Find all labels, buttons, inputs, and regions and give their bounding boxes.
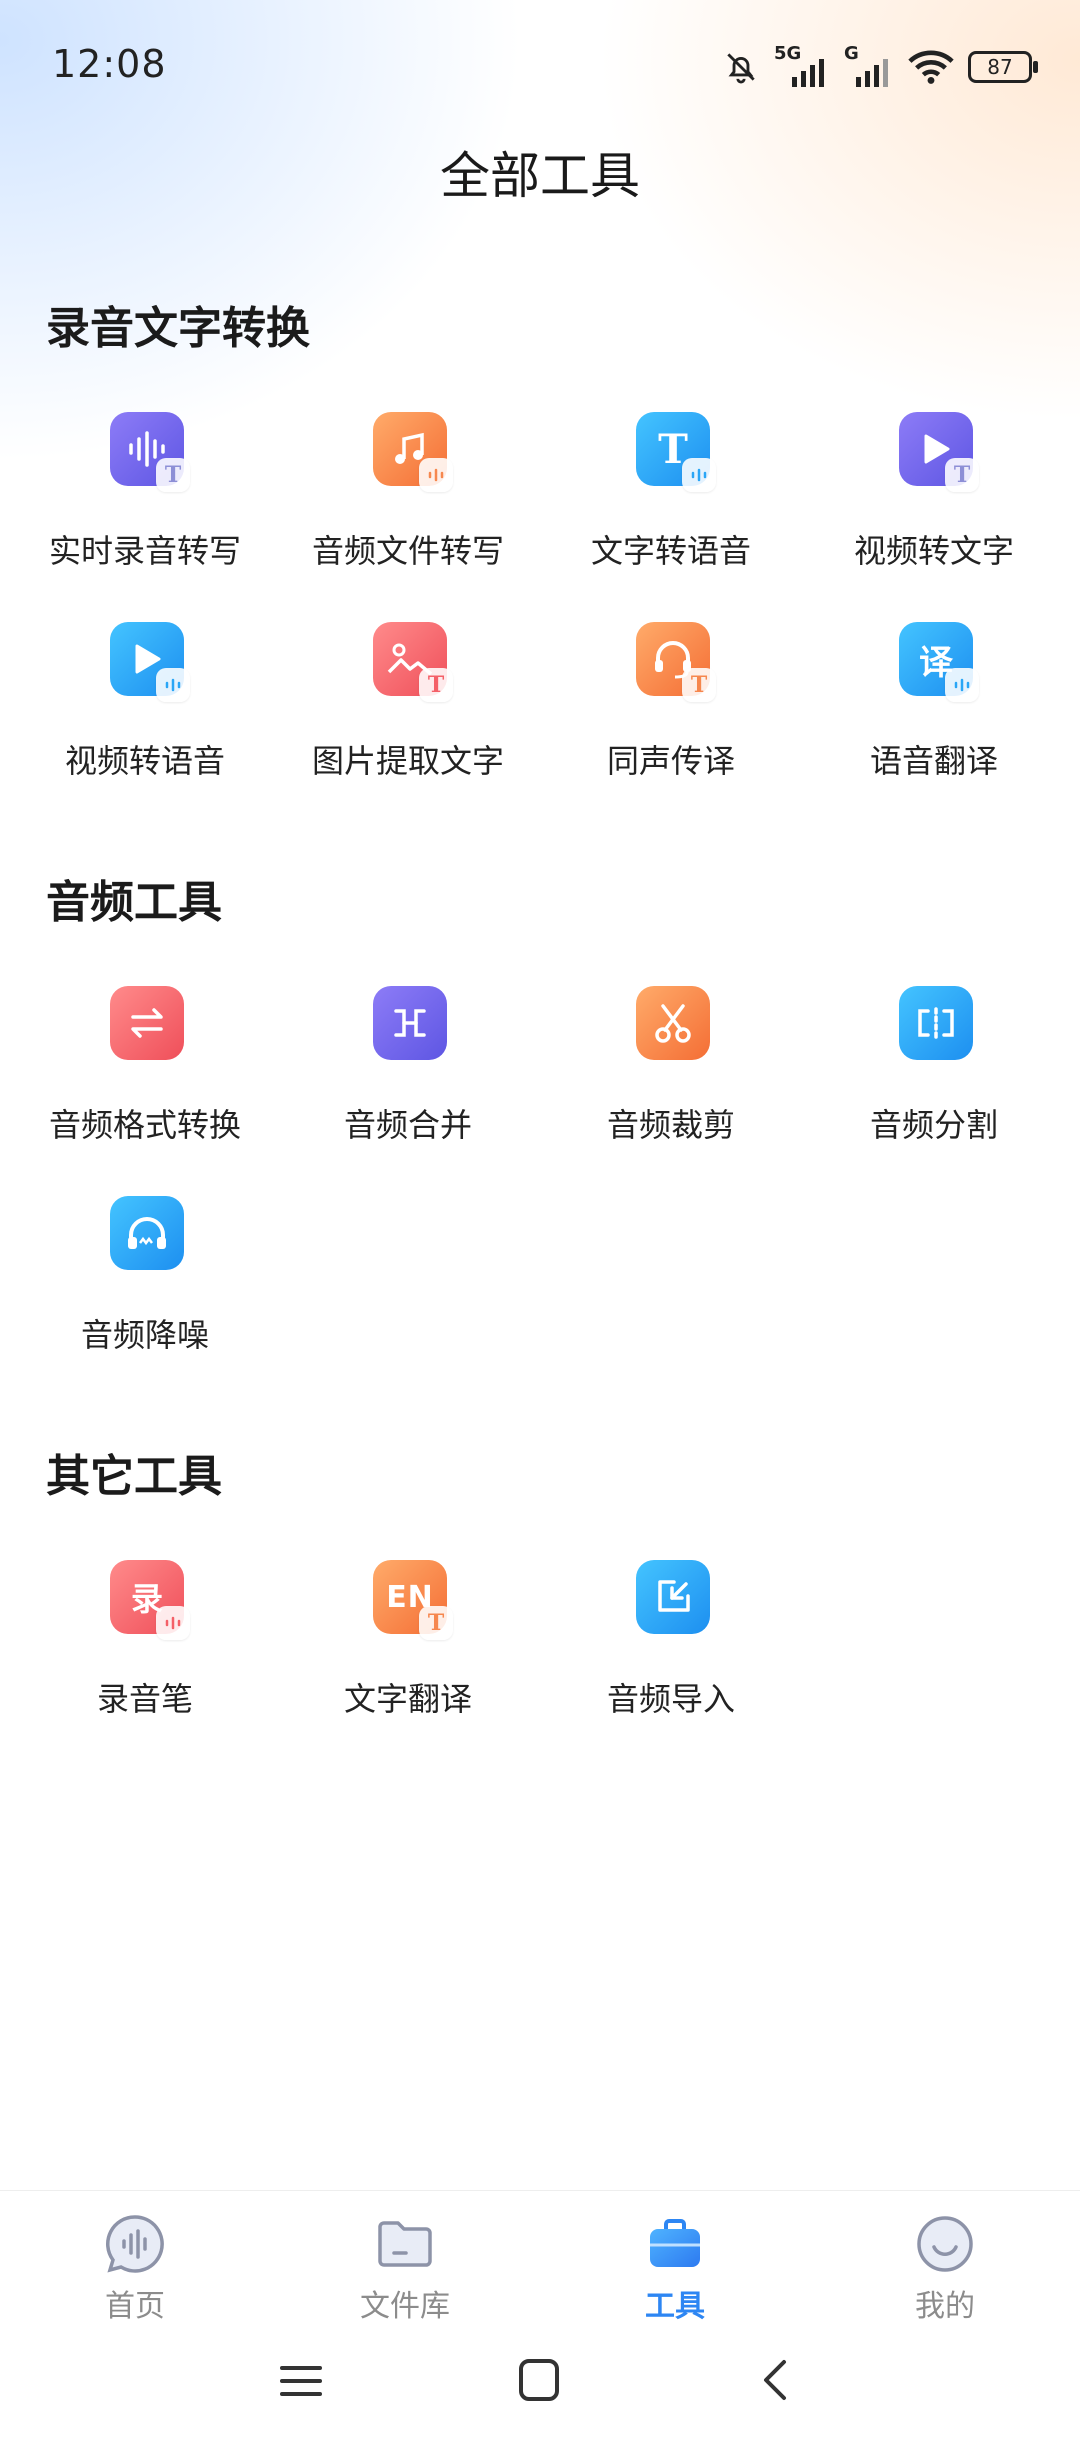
tool-label: 视频转语音 xyxy=(64,742,225,780)
swap-arrows-icon xyxy=(110,986,184,1060)
headset-icon: T xyxy=(636,622,716,702)
text-t-badge: T xyxy=(945,458,979,492)
page-title: 全部工具 xyxy=(440,147,640,205)
nav-label: 文件库 xyxy=(360,2289,450,2324)
import-icon xyxy=(636,1560,710,1634)
system-nav-bar xyxy=(0,2330,1080,2460)
text-t-badge: T xyxy=(156,458,190,492)
tool-video-to-audio[interactable]: 视频转语音 xyxy=(10,622,280,792)
signal-2: G xyxy=(844,43,894,87)
nav-tools[interactable]: 工具 xyxy=(590,2213,760,2324)
text-t-badge: T xyxy=(419,1606,453,1640)
tool-audio-file-transcribe[interactable]: 音频文件转写 xyxy=(273,412,543,582)
section-title-audio-tools: 音频工具 xyxy=(46,877,222,928)
nav-file-library[interactable]: 文件库 xyxy=(320,2213,490,2324)
section-title-other-tools: 其它工具 xyxy=(46,1451,222,1502)
signal-bars-1-icon xyxy=(792,59,824,87)
tool-text-translation[interactable]: EN T 文字翻译 xyxy=(273,1560,543,1730)
tool-label: 音频格式转换 xyxy=(48,1106,241,1144)
home-square-icon[interactable] xyxy=(516,2356,562,2404)
text-t-badge: T xyxy=(682,668,716,702)
recorder-icon: 录 xyxy=(110,1560,190,1640)
waveform-badge-icon xyxy=(156,668,190,702)
signal-1: 5G xyxy=(774,43,830,87)
status-time: 12:08 xyxy=(52,42,167,86)
menu-icon[interactable] xyxy=(278,2358,324,2404)
waveform-badge-icon xyxy=(682,458,716,492)
mute-bell-icon xyxy=(727,53,755,84)
tool-label: 音频导入 xyxy=(606,1680,735,1718)
play-icon xyxy=(110,622,190,702)
merge-icon xyxy=(373,986,447,1060)
waveform-badge-icon xyxy=(945,668,979,702)
nav-label: 工具 xyxy=(645,2289,705,2324)
tool-label: 音频分割 xyxy=(869,1106,998,1144)
scissors-icon xyxy=(636,986,710,1060)
tool-label: 图片提取文字 xyxy=(311,742,504,780)
split-icon xyxy=(899,986,973,1060)
tool-realtime-transcribe[interactable]: T 实时录音转写 xyxy=(10,412,280,582)
smiley-icon xyxy=(917,2216,973,2272)
play-icon: T xyxy=(899,412,979,492)
tool-audio-format-convert[interactable]: 音频格式转换 xyxy=(10,986,280,1156)
tool-audio-split[interactable]: 音频分割 xyxy=(799,986,1069,1156)
headphones-icon xyxy=(110,1196,184,1270)
tool-label: 视频转文字 xyxy=(853,532,1014,570)
nav-mine[interactable]: 我的 xyxy=(860,2213,1030,2324)
tool-speech-translation[interactable]: 译 语音翻译 xyxy=(799,622,1069,792)
back-arrow-icon[interactable] xyxy=(756,2356,796,2404)
tool-label: 语音翻译 xyxy=(869,742,998,780)
waveform-icon: T xyxy=(110,412,190,492)
tool-audio-import[interactable]: 音频导入 xyxy=(536,1560,806,1730)
voice-bubble-icon xyxy=(106,2215,164,2273)
tool-text-to-speech[interactable]: T 文字转语音 xyxy=(536,412,806,582)
tool-audio-trim[interactable]: 音频裁剪 xyxy=(536,986,806,1156)
text-t-icon: T xyxy=(636,412,716,492)
signal-bars-2-icon xyxy=(856,59,888,87)
tool-simultaneous-interpretation[interactable]: T 同声传译 xyxy=(536,622,806,792)
nav-home[interactable]: 首页 xyxy=(50,2213,220,2324)
tool-image-extract-text[interactable]: T 图片提取文字 xyxy=(273,622,543,792)
tool-label: 音频合并 xyxy=(343,1106,472,1144)
waveform-badge-icon xyxy=(156,1606,190,1640)
nav-label: 我的 xyxy=(915,2289,975,2324)
tool-label: 录音笔 xyxy=(96,1680,193,1718)
tool-label: 同声传译 xyxy=(606,742,735,780)
bottom-nav: 首页 文件库 工具 我的 xyxy=(0,2190,1080,2324)
battery-indicator: 87 xyxy=(968,51,1038,83)
tool-label: 实时录音转写 xyxy=(48,532,241,570)
tool-label: 文字转语音 xyxy=(590,532,751,570)
text-t-badge: T xyxy=(419,668,453,702)
waveform-badge-icon xyxy=(419,458,453,492)
en-icon: EN T xyxy=(373,1560,453,1640)
tool-label: 音频降噪 xyxy=(80,1316,209,1354)
tool-video-to-text[interactable]: T 视频转文字 xyxy=(799,412,1069,582)
tool-label: 音频文件转写 xyxy=(311,532,504,570)
tool-label: 音频裁剪 xyxy=(606,1106,735,1144)
status-icons: 5G G 87 xyxy=(722,43,1038,90)
folder-icon xyxy=(378,2221,432,2267)
translate-icon: 译 xyxy=(899,622,979,702)
section-title-speech-text: 录音文字转换 xyxy=(46,303,310,354)
image-icon: T xyxy=(373,622,453,702)
tool-audio-merge[interactable]: 音频合并 xyxy=(273,986,543,1156)
status-bar: 12:08 5G G 87 xyxy=(0,0,1080,130)
wifi-icon xyxy=(908,50,954,84)
tool-audio-denoise[interactable]: 音频降噪 xyxy=(10,1196,280,1366)
tool-label: 文字翻译 xyxy=(343,1680,472,1718)
music-note-icon xyxy=(373,412,453,492)
nav-label: 首页 xyxy=(105,2289,165,2324)
tool-voice-recorder[interactable]: 录 录音笔 xyxy=(10,1560,280,1730)
toolbox-icon xyxy=(650,2219,700,2267)
